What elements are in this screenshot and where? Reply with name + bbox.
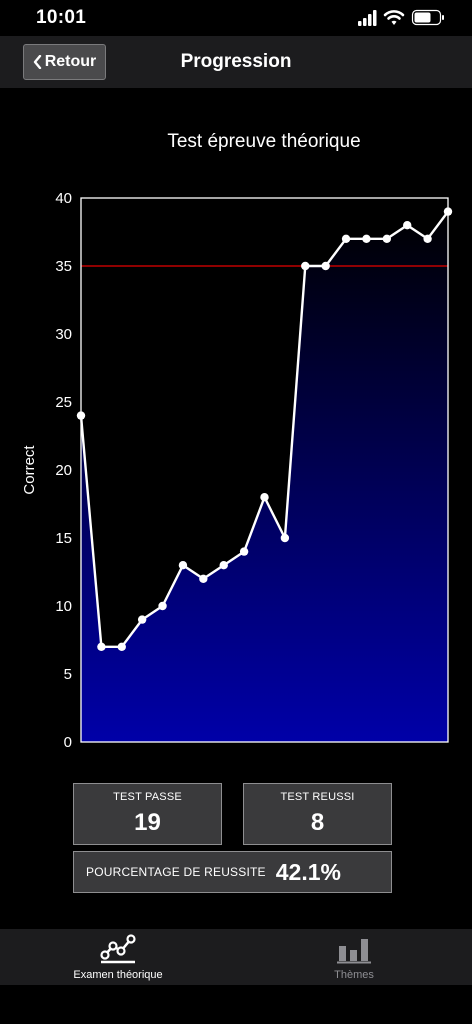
tab-bar: Examen théorique Thèmes — [0, 929, 472, 985]
wifi-icon — [383, 10, 405, 25]
bar-chart-icon — [337, 939, 371, 964]
tab-examen-theorique[interactable]: Examen théorique — [0, 929, 236, 985]
back-button[interactable]: Retour — [23, 44, 106, 80]
home-indicator-area — [0, 985, 472, 1024]
data-point — [280, 533, 290, 543]
back-button-label: Retour — [44, 53, 97, 70]
chart-title: Test épreuve théorique — [167, 131, 360, 152]
y-tick-label: 20 — [55, 462, 72, 479]
data-point — [321, 261, 330, 271]
navigation-bar: Progression Retour — [0, 36, 472, 88]
tests-passed-label: TEST PASSE — [113, 791, 182, 803]
data-point — [260, 493, 269, 502]
tests-passed-value: 19 — [134, 809, 161, 836]
status-time: 10:01 — [36, 7, 87, 28]
y-tick-label: 35 — [55, 258, 72, 275]
battery-icon — [411, 9, 444, 26]
progress-chart: Test épreuve théorique Correct 0 5 10 15 20 2… — [0, 120, 472, 770]
chart-svg: Test épreuve théorique Correct 0 5 10 15 20 2… — [21, 131, 453, 751]
y-tick-label: 25 — [55, 394, 72, 411]
tests-success-value: 8 — [310, 809, 325, 836]
tests-success-label: TEST REUSSI — [280, 791, 355, 803]
data-point — [341, 234, 351, 243]
y-tick-label: 40 — [55, 190, 72, 207]
y-tick-label: 5 — [64, 666, 72, 683]
data-point — [117, 642, 126, 651]
y-tick-label: 15 — [55, 530, 72, 547]
tab-themes-label: Thèmes — [334, 969, 374, 981]
data-point — [158, 601, 167, 611]
y-tick-label: 30 — [55, 326, 72, 343]
data-point — [301, 261, 310, 271]
data-point — [239, 547, 249, 556]
chart-area-fill — [81, 211, 448, 743]
tests-success-box: TEST REUSSI 8 — [243, 783, 392, 845]
y-tick-label: 10 — [55, 598, 72, 615]
signal-icon — [358, 10, 377, 26]
chart-y-axis-label: Correct — [21, 445, 38, 495]
data-point — [382, 234, 392, 243]
data-point — [199, 574, 208, 583]
status-icons — [358, 9, 444, 26]
data-point — [178, 561, 188, 570]
data-point — [97, 642, 106, 651]
success-rate-value: 42.1% — [275, 858, 341, 885]
status-bar: 10:01 — [0, 0, 472, 36]
data-point — [137, 615, 147, 624]
chevron-left-icon — [33, 55, 41, 69]
tab-themes[interactable]: Thèmes — [236, 929, 472, 985]
data-point — [362, 234, 371, 243]
success-rate-label: POURCENTAGE DE REUSSITE — [86, 865, 266, 879]
data-point — [423, 234, 432, 243]
tab-examen-theorique-label: Examen théorique — [73, 969, 163, 981]
data-point — [403, 221, 412, 230]
line-chart-icon — [100, 934, 136, 964]
y-tick-label: 0 — [64, 734, 72, 751]
y-axis-ticks: 0 5 10 15 20 25 30 35 40 — [55, 190, 72, 751]
data-point — [219, 561, 228, 570]
tests-passed-box: TEST PASSE 19 — [73, 783, 222, 845]
success-rate-box: POURCENTAGE DE REUSSITE 42.1% — [73, 851, 392, 893]
